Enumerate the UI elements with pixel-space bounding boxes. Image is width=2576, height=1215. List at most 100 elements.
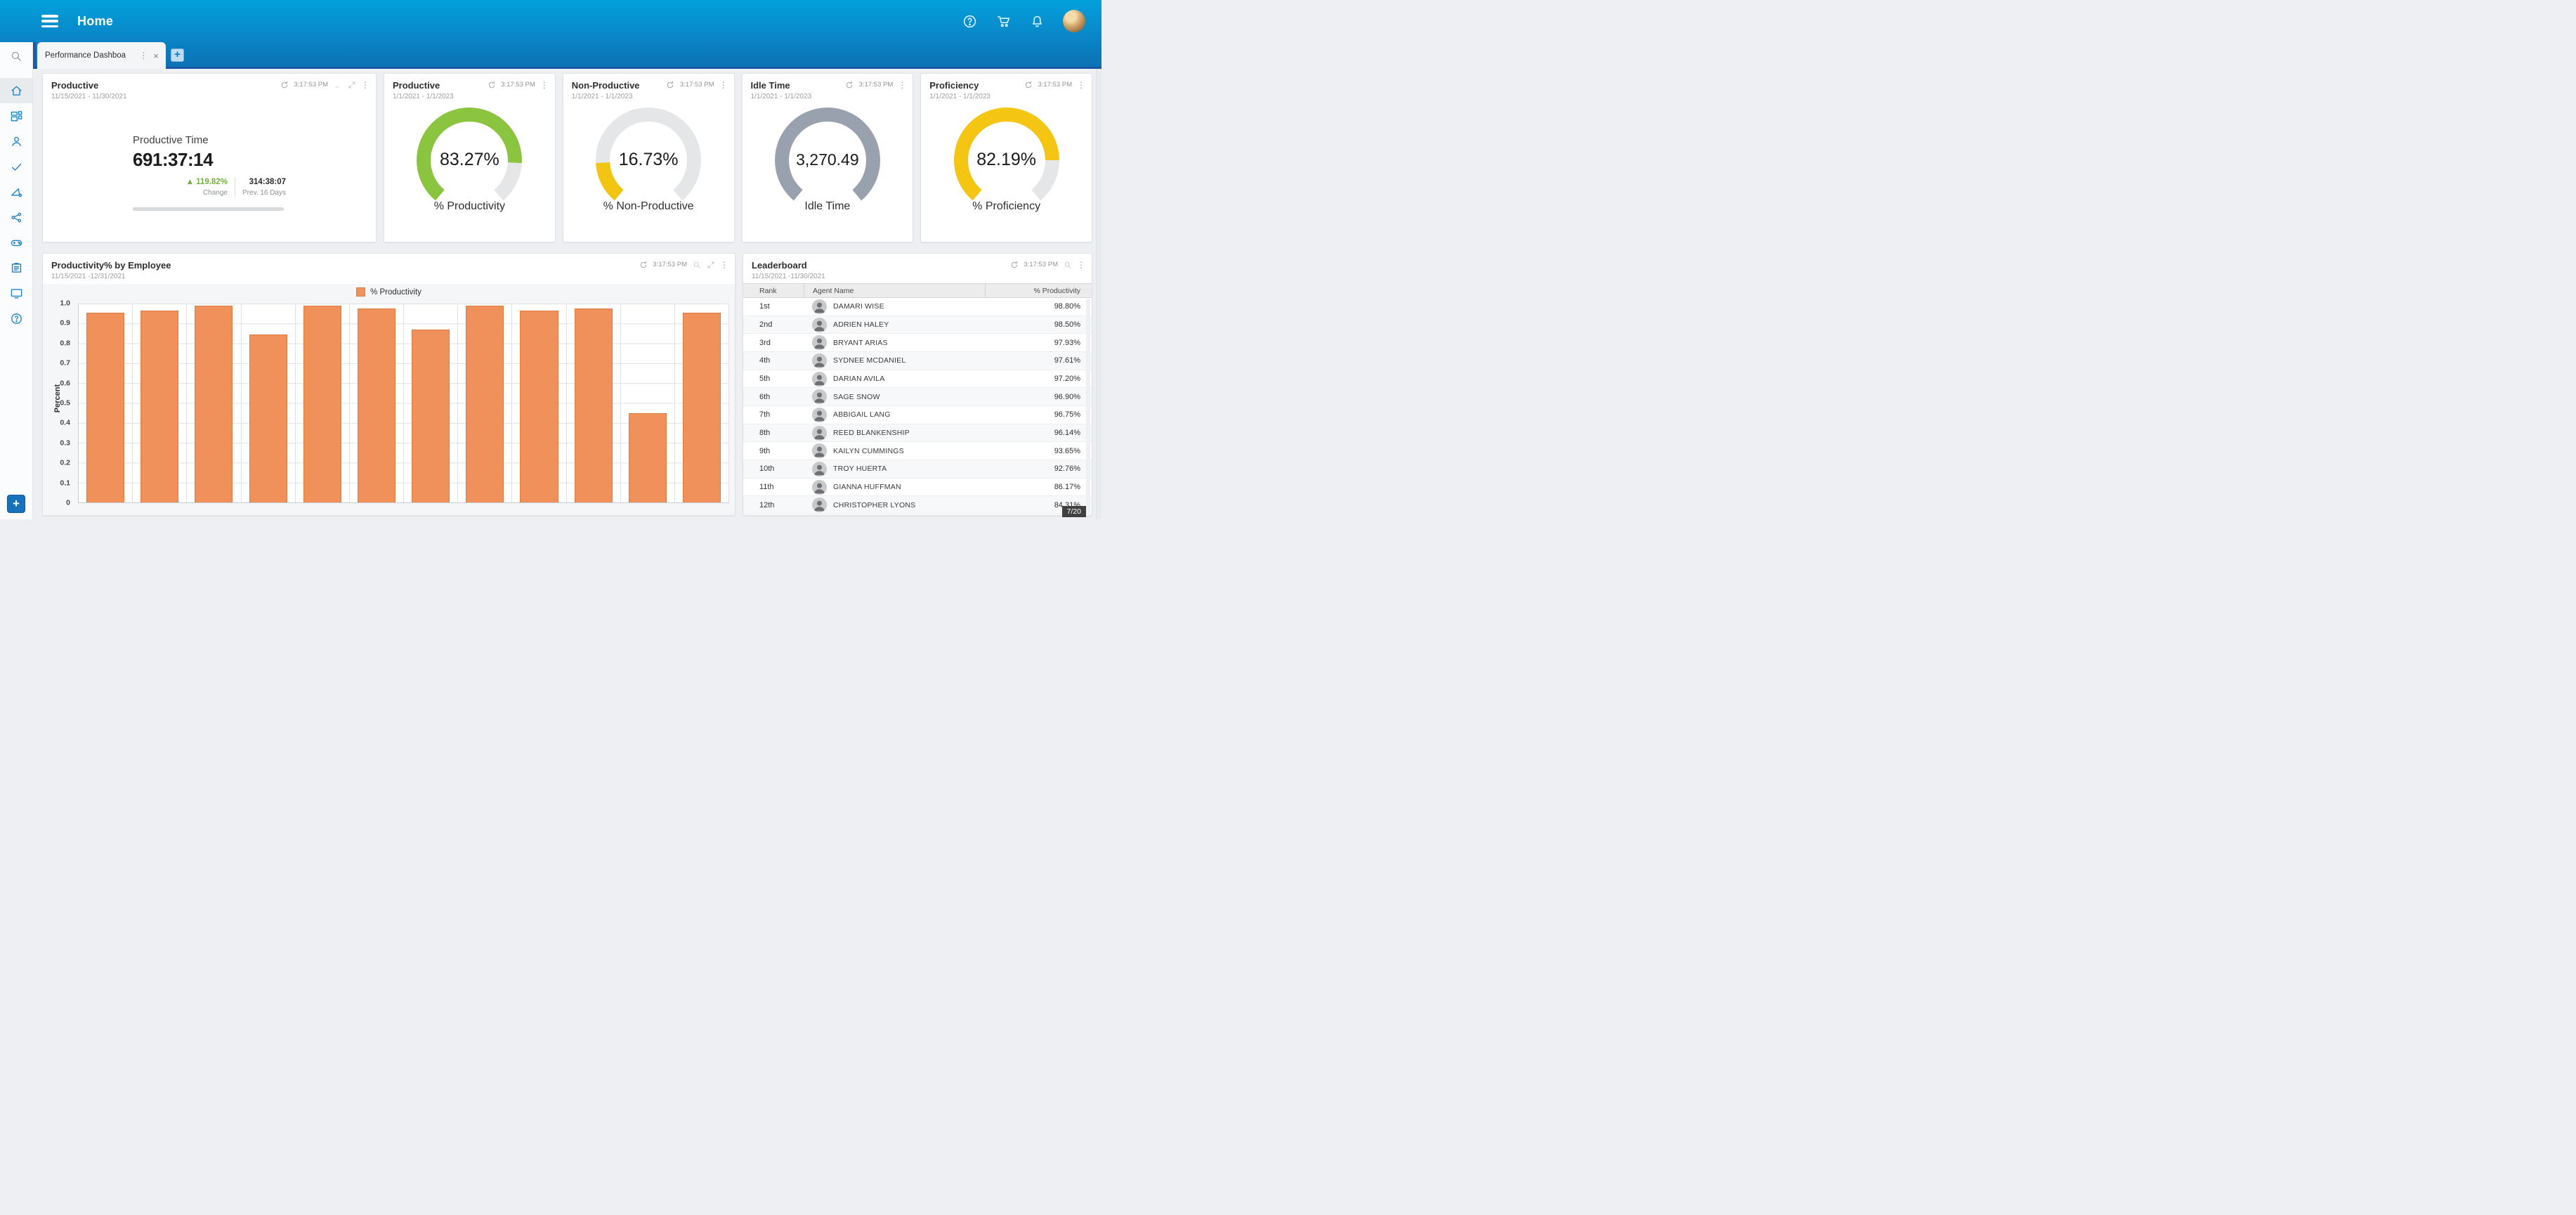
leaderboard-row: 7thABBIGAIL LANG96.75% — [743, 406, 1092, 424]
card-productivity-by-employee: Productivity% by Employee 11/15/2021 -12… — [42, 253, 735, 516]
tab-bar: Performance Dashboa ⋮ × + — [0, 42, 1101, 69]
leaderboard-scrollbar[interactable] — [1086, 299, 1090, 513]
sidebar-item-screens[interactable] — [0, 280, 32, 306]
dashboard-content: Productive 11/15/2021 - 11/30/2021 3:17:… — [33, 69, 1101, 519]
refresh-icon[interactable] — [487, 80, 496, 89]
card-menu-icon[interactable]: ⋮ — [540, 81, 549, 89]
agent-cell: GIANNA HUFFMAN — [804, 480, 985, 495]
gauge-widget: 3,270.49 Idle Time — [743, 103, 913, 242]
refresh-icon[interactable] — [1009, 260, 1019, 269]
checkmark-icon — [10, 160, 23, 174]
page-scrollbar[interactable] — [1096, 69, 1101, 519]
expand-icon[interactable] — [347, 80, 356, 89]
card-menu-icon[interactable]: ⋮ — [1077, 261, 1085, 269]
bar[interactable] — [358, 308, 395, 502]
refresh-time: 3:17:53 PM — [680, 81, 714, 89]
refresh-icon[interactable] — [280, 80, 289, 89]
leaderboard-row: 8thREED BLANKENSHIP96.14% — [743, 424, 1092, 443]
tab-close-icon[interactable]: × — [150, 51, 162, 61]
rank-cell: 2nd — [743, 320, 804, 329]
user-avatar[interactable] — [1063, 10, 1085, 32]
rank-cell: 9th — [743, 447, 804, 455]
card-menu-icon[interactable]: ⋮ — [361, 81, 370, 89]
agent-cell: DAMARI WISE — [804, 299, 985, 314]
refresh-icon[interactable] — [845, 80, 854, 89]
tab-performance-dashboard[interactable]: Performance Dashboa ⋮ × — [37, 42, 166, 69]
zoom-icon[interactable] — [692, 260, 701, 269]
expand-icon[interactable] — [706, 260, 715, 269]
sidebar-item-help[interactable] — [0, 306, 32, 331]
gauge-value: 16.73% — [596, 150, 701, 170]
avatar — [812, 498, 827, 512]
sidebar-item-dashboards[interactable] — [0, 103, 32, 129]
y-axis-tick: 1.0 — [60, 299, 70, 307]
sidebar-item-home[interactable] — [0, 78, 32, 103]
bar-column — [404, 304, 458, 502]
bar[interactable] — [520, 311, 558, 502]
refresh-icon[interactable] — [639, 260, 648, 269]
sidebar-item-share[interactable] — [0, 204, 32, 230]
home-icon — [10, 84, 23, 98]
bar[interactable] — [412, 330, 450, 502]
sidebar-item-analytics[interactable] — [0, 179, 32, 204]
column-header-rank[interactable]: Rank — [743, 287, 804, 295]
gamepad-icon — [10, 236, 23, 249]
monitor-icon — [10, 287, 23, 300]
add-widget-button[interactable]: + — [7, 495, 25, 513]
card-date-range: 1/1/2021 - 1/1/2023 — [921, 91, 1092, 100]
dashboard-grid-icon — [10, 110, 23, 123]
refresh-icon[interactable] — [1024, 80, 1033, 89]
hamburger-menu-icon[interactable] — [41, 15, 58, 27]
gauge-label: % Productivity — [434, 200, 505, 213]
card-leaderboard: Leaderboard 11/15/2021 -11/30/2021 3:17:… — [743, 253, 1092, 516]
rank-cell: 1st — [743, 302, 804, 311]
sidebar-item-tasks[interactable] — [0, 154, 32, 179]
bar[interactable] — [195, 306, 233, 502]
bar[interactable] — [249, 334, 287, 502]
refresh-icon[interactable] — [666, 80, 675, 89]
bar-column — [458, 304, 512, 502]
refresh-time: 3:17:53 PM — [294, 81, 328, 89]
bar[interactable] — [140, 311, 178, 502]
sidebar-item-agents[interactable] — [0, 129, 32, 154]
column-header-productivity[interactable]: % Productivity — [985, 284, 1092, 297]
card-menu-icon[interactable]: ⋮ — [1077, 81, 1085, 89]
sidebar-item-reports[interactable] — [0, 255, 32, 280]
zoom-icon[interactable] — [1063, 260, 1072, 269]
leaderboard-row: 12thCHRISTOPHER LYONS84.31% — [743, 496, 1092, 514]
add-tab-button[interactable]: + — [171, 48, 184, 62]
bar[interactable] — [683, 313, 721, 502]
bell-icon[interactable] — [1029, 13, 1045, 29]
minimize-icon[interactable] — [333, 80, 342, 89]
search-icon[interactable] — [0, 42, 32, 70]
card-date-range: 11/15/2021 -12/31/2021 — [43, 271, 735, 280]
column-header-agent-name[interactable]: Agent Name — [804, 284, 985, 297]
gauge-widget: 82.19% % Proficiency — [921, 103, 1092, 242]
leaderboard-row: 6thSAGE SNOW96.90% — [743, 388, 1092, 406]
leaderboard-row: 3rdBRYANT ARIAS97.93% — [743, 334, 1092, 352]
bar[interactable] — [575, 308, 613, 502]
card-menu-icon[interactable]: ⋮ — [719, 81, 728, 89]
agent-name: ADRIEN HALEY — [833, 320, 889, 329]
leaderboard-row: 2ndADRIEN HALEY98.50% — [743, 316, 1092, 334]
rank-cell: 8th — [743, 429, 804, 437]
card-menu-icon[interactable]: ⋮ — [898, 81, 906, 89]
bar[interactable] — [629, 413, 667, 502]
bar[interactable] — [86, 313, 124, 502]
help-icon[interactable] — [962, 13, 977, 29]
cart-icon[interactable] — [995, 13, 1011, 29]
refresh-time: 3:17:53 PM — [501, 81, 535, 89]
leaderboard-row: 9thKAILYN CUMMINGS93.65% — [743, 442, 1092, 460]
sidebar-item-gamification[interactable] — [0, 230, 32, 255]
card-menu-icon[interactable]: ⋮ — [720, 261, 728, 269]
bar-series — [79, 304, 729, 502]
bar[interactable] — [466, 306, 504, 502]
kpi-body: Productive Time 691:37:14 ▲ 119.82% Chan… — [43, 103, 376, 242]
productivity-cell: 92.76% — [985, 464, 1092, 473]
rank-cell: 7th — [743, 410, 804, 419]
tab-options-icon[interactable]: ⋮ — [136, 51, 150, 60]
agent-name: GIANNA HUFFMAN — [833, 483, 901, 491]
bar[interactable] — [303, 306, 341, 502]
card-idle-time-gauge: Idle Time 1/1/2021 - 1/1/2023 3:17:53 PM… — [742, 73, 914, 242]
bar-chart: % Productivity 1.00.90.80.70.60.50.40.30… — [43, 284, 735, 515]
